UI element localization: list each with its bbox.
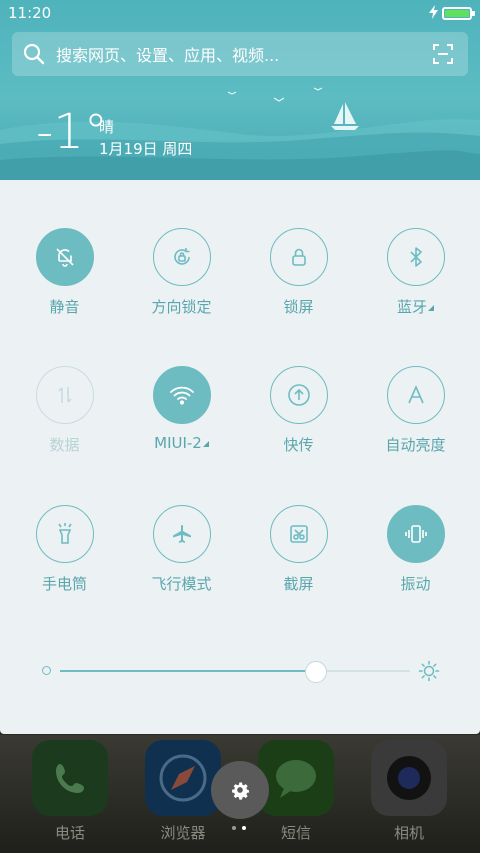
vibrate-icon [386, 505, 445, 563]
weather-temperature: -1° [36, 104, 108, 160]
toggle-quick-transfer[interactable]: 快传 [240, 366, 357, 455]
data-arrows-icon [35, 366, 94, 424]
lock-icon [269, 228, 328, 286]
dock-label-browser: 浏览器 [160, 824, 206, 842]
toggle-screenshot[interactable]: 截屏 [240, 505, 357, 594]
page-dot [232, 826, 236, 830]
dock-label-camera: 相机 [393, 824, 424, 842]
camera-icon [371, 740, 447, 816]
toggle-label-screenshot: 截屏 [283, 575, 314, 593]
dock-label-sms: 短信 [280, 824, 311, 842]
upload-circle-icon [269, 366, 328, 424]
brightness-thumb[interactable] [305, 661, 327, 683]
toggle-wifi[interactable]: MIUI-2 [123, 366, 240, 452]
brightness-track-fill [60, 670, 316, 672]
dock-app-camera[interactable]: 相机 [369, 740, 449, 843]
chat-bubble-icon [258, 740, 334, 816]
more-indicator-icon [202, 441, 209, 447]
more-indicator-icon [428, 305, 434, 311]
battery-icon [442, 7, 475, 20]
scissors-icon [269, 505, 328, 563]
dock-label-phone: 电话 [54, 824, 85, 842]
toggle-label-airplane: 飞行模式 [151, 575, 212, 593]
status-time: 11:20 [8, 4, 52, 22]
shade-header: 11:20 搜索网页、设置、应用、视频... -1° 晴 1月19日 周四 [0, 0, 480, 180]
airplane-icon [152, 505, 211, 563]
toggle-vibrate[interactable]: 振动 [357, 505, 474, 594]
toggle-airplane[interactable]: 飞行模式 [123, 505, 240, 594]
flashlight-icon [35, 505, 94, 563]
toggle-flashlight[interactable]: 手电筒 [6, 505, 123, 594]
search-bar[interactable]: 搜索网页、设置、应用、视频... [12, 32, 468, 76]
toggle-data[interactable]: 数据 [6, 366, 123, 455]
toggle-auto-brightness[interactable]: 自动亮度 [357, 366, 474, 455]
status-bar: 11:20 [0, 0, 480, 26]
toggle-label-mute: 静音 [49, 298, 80, 316]
quick-settings-panel: 静音 方向锁定 锁屏 蓝牙 数据 MIUI-2 快传 自动亮度 手电筒 飞行模式… [0, 180, 480, 734]
compass-icon [145, 740, 221, 816]
toggle-label-bluetooth: 蓝牙 [357, 296, 474, 317]
letter-a-icon [386, 366, 445, 424]
brightness-high-icon [418, 660, 440, 682]
toggle-label-lock-screen: 锁屏 [283, 298, 314, 316]
scan-icon[interactable] [432, 43, 454, 65]
brightness-low-icon [42, 666, 51, 675]
dock-app-phone[interactable]: 电话 [30, 740, 110, 843]
weather-condition: 晴 [99, 118, 115, 136]
bell-off-icon [35, 228, 94, 286]
brightness-track[interactable] [60, 661, 410, 683]
page-indicator [232, 826, 248, 832]
toggle-label-wifi: MIUI-2 [123, 434, 240, 452]
settings-button[interactable] [211, 761, 269, 819]
charging-icon [429, 5, 438, 23]
search-placeholder: 搜索网页、设置、应用、视频... [56, 46, 280, 65]
search-icon [22, 42, 46, 66]
toggle-label-quick-transfer: 快传 [283, 436, 314, 454]
toggle-rotation-lock[interactable]: 方向锁定 [123, 228, 240, 317]
page-dot-active [242, 826, 246, 830]
toggle-label-flashlight: 手电筒 [41, 575, 87, 593]
phone-icon [32, 740, 108, 816]
toggle-mute[interactable]: 静音 [6, 228, 123, 317]
toggle-label-data: 数据 [49, 436, 80, 454]
toggle-label-vibrate: 振动 [400, 575, 431, 593]
toggle-lock-screen[interactable]: 锁屏 [240, 228, 357, 317]
toggle-label-auto-brightness: 自动亮度 [385, 436, 446, 454]
bluetooth-icon [386, 228, 445, 286]
rotation-lock-icon [152, 228, 211, 286]
brightness-slider[interactable] [40, 660, 440, 684]
toggle-bluetooth[interactable]: 蓝牙 [357, 228, 474, 317]
wifi-icon [152, 366, 211, 424]
gear-icon [232, 782, 250, 800]
toggle-label-rotation-lock: 方向锁定 [151, 298, 212, 316]
weather-date: 1月19日 周四 [99, 140, 193, 158]
